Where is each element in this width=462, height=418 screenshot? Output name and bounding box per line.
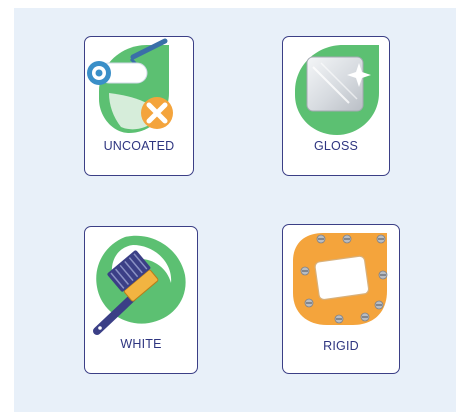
option-label-rigid: RIGID	[323, 339, 359, 353]
option-label-white: WHITE	[120, 337, 162, 351]
option-label-gloss: GLOSS	[313, 139, 359, 153]
option-card-gloss[interactable]: GLOSS	[282, 36, 390, 176]
option-card-rigid[interactable]: RIGID	[282, 224, 400, 374]
uncoated-roller-icon	[87, 38, 173, 133]
white-brush-icon	[93, 235, 186, 335]
option-card-white[interactable]: WHITE	[84, 226, 198, 374]
option-label-uncoated: UNCOATED	[103, 139, 175, 153]
option-card-uncoated[interactable]: UNCOATED	[84, 36, 194, 176]
gloss-sheet-icon	[295, 45, 379, 135]
